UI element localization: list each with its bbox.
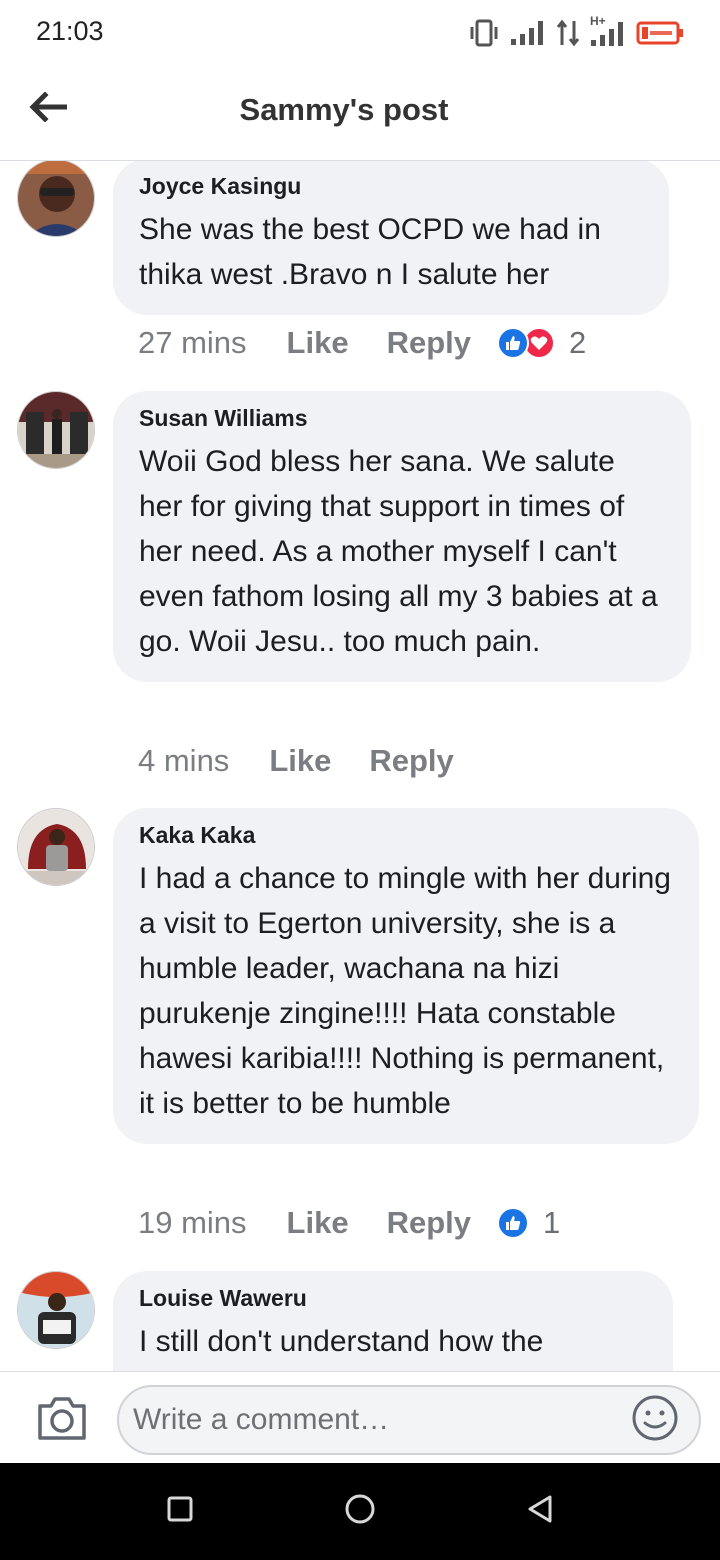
comment-author[interactable]: Joyce Kasingu	[139, 171, 643, 201]
comment-time[interactable]: 4 mins	[138, 743, 229, 779]
reply-button[interactable]: Reply	[387, 325, 471, 361]
home-button[interactable]	[340, 1491, 380, 1531]
status-icons: H+	[468, 14, 684, 50]
comment-time[interactable]: 19 mins	[138, 1205, 247, 1241]
page-title: Sammy's post	[239, 92, 449, 127]
comment-item: Susan Williams Woii God bless her sana. …	[0, 391, 720, 781]
reaction-summary[interactable]: 1	[497, 1205, 560, 1241]
circle-icon	[344, 1493, 376, 1530]
like-reaction-icon	[497, 1207, 529, 1239]
network-hplus-icon: H+	[590, 14, 626, 48]
battery-low-icon	[636, 20, 684, 46]
comment-item: Kaka Kaka I had a chance to mingle with …	[0, 808, 720, 1253]
reaction-count: 2	[569, 325, 587, 360]
square-icon	[167, 1496, 193, 1527]
emoji-button[interactable]	[631, 1394, 679, 1442]
camera-button[interactable]	[36, 1394, 88, 1442]
comment-author[interactable]: Kaka Kaka	[139, 820, 673, 850]
like-button[interactable]: Like	[287, 1205, 349, 1241]
camera-icon	[36, 1397, 88, 1446]
like-reaction-icon	[497, 327, 529, 359]
comment-author[interactable]: Susan Williams	[139, 403, 665, 433]
comment-bubble[interactable]: Louise Waweru I still don't understand h…	[113, 1271, 673, 1371]
data-arrows-icon	[556, 19, 580, 47]
avatar[interactable]	[17, 808, 95, 886]
back-nav-button[interactable]	[520, 1491, 560, 1531]
comment-text: I still don't understand how the	[139, 1325, 544, 1358]
comment-input[interactable]	[117, 1385, 701, 1455]
comment-actions: 4 mins Like Reply	[138, 741, 492, 781]
status-time: 21:03	[36, 16, 104, 46]
reply-button[interactable]: Reply	[387, 1205, 471, 1241]
post-header: Sammy's post	[0, 66, 720, 161]
signal-icon	[510, 19, 546, 47]
comment-actions: 27 mins Like Reply 2	[138, 323, 586, 363]
comment-bubble[interactable]: Susan Williams Woii God bless her sana. …	[113, 391, 691, 682]
comment-bubble[interactable]: Joyce Kasingu She was the best OCPD we h…	[113, 161, 669, 315]
avatar[interactable]	[17, 161, 95, 237]
avatar[interactable]	[17, 1271, 95, 1349]
comment-item: Louise Waweru I still don't understand h…	[0, 1271, 720, 1371]
comment-time[interactable]: 27 mins	[138, 325, 247, 361]
comment-text: I had a chance to mingle with her during…	[139, 862, 671, 1120]
comment-actions: 19 mins Like Reply 1	[138, 1203, 560, 1243]
like-button[interactable]: Like	[287, 325, 349, 361]
comment-bubble[interactable]: Kaka Kaka I had a chance to mingle with …	[113, 808, 699, 1144]
like-button[interactable]: Like	[269, 743, 331, 779]
comment-text: Woii God bless her sana. We salute her f…	[139, 445, 658, 658]
triangle-back-icon	[526, 1494, 554, 1529]
avatar[interactable]	[17, 391, 95, 469]
reply-button[interactable]: Reply	[369, 743, 453, 779]
comment-text: She was the best OCPD we had in thika we…	[139, 213, 601, 291]
comment-composer	[0, 1371, 720, 1463]
status-bar: 21:03 H+	[0, 0, 720, 66]
recents-button[interactable]	[160, 1491, 200, 1531]
system-navigation-bar	[0, 1463, 720, 1560]
comments-list: Joyce Kasingu She was the best OCPD we h…	[0, 161, 720, 1371]
vibrate-icon	[468, 19, 500, 47]
smiley-icon	[631, 1395, 679, 1446]
reaction-summary[interactable]: 2	[497, 325, 586, 361]
comment-author[interactable]: Louise Waweru	[139, 1283, 647, 1313]
reaction-count: 1	[543, 1205, 561, 1240]
comment-item: Joyce Kasingu She was the best OCPD we h…	[0, 161, 720, 384]
